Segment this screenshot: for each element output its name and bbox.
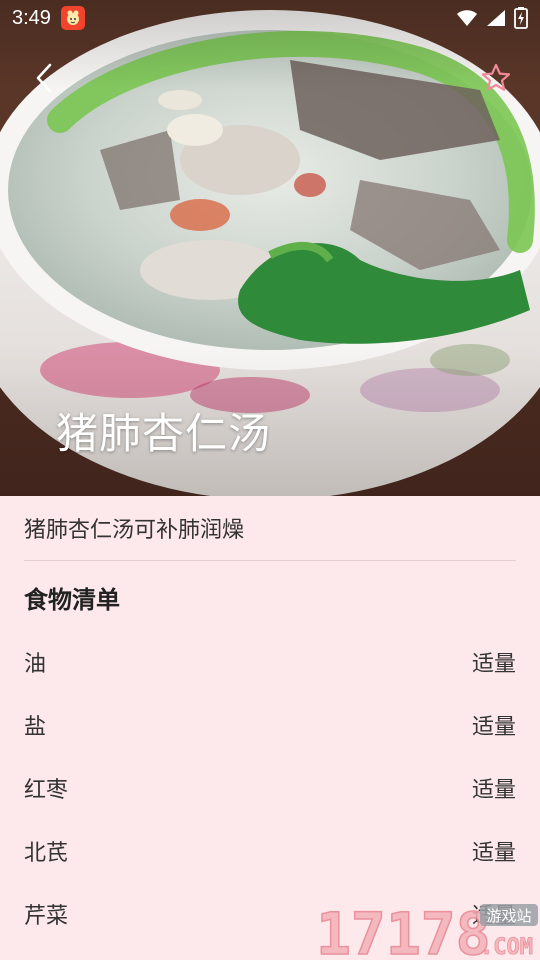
ingredient-name: 红枣 <box>24 777 69 803</box>
dish-title: 猪肺杏仁汤 <box>56 409 272 458</box>
star-outline-icon <box>481 63 511 91</box>
watermark-site: 游戏站 <box>486 907 531 925</box>
cartoon-app-icon <box>60 6 85 30</box>
ingredient-name: 北芪 <box>24 840 69 866</box>
status-time: 3:49 <box>12 6 51 29</box>
ingredient-name: 油 <box>24 651 47 677</box>
ingredient-row: 盐 适量 <box>0 693 540 756</box>
signal-icon <box>487 10 505 26</box>
ingredient-name: 芹菜 <box>24 903 69 929</box>
site-watermark: 17178 游戏站 .COM <box>315 899 538 960</box>
recipe-details: 猪肺杏仁汤可补肺润燥 食物清单 油 适量 盐 适量 红枣 适量 北芪 适量 芹菜… <box>0 496 540 960</box>
ingredient-amount: 适量 <box>471 840 516 866</box>
ingredients-heading: 食物清单 <box>24 586 120 614</box>
ingredient-row: 油 适量 <box>0 630 540 693</box>
ingredient-row: 红枣 适量 <box>0 756 540 819</box>
ingredient-amount: 适量 <box>471 714 516 740</box>
battery-icon <box>514 7 528 29</box>
status-bar: 3:49 <box>0 0 540 36</box>
watermark-domain: .COM <box>480 935 533 960</box>
ingredient-amount: 适量 <box>471 651 516 677</box>
status-icons <box>456 7 528 29</box>
wifi-icon <box>457 10 477 26</box>
divider <box>24 560 516 561</box>
ingredient-name: 盐 <box>24 714 47 740</box>
watermark-number: 17178 <box>316 900 491 960</box>
back-button[interactable] <box>26 58 62 98</box>
ingredient-row: 北芪 适量 <box>0 819 540 882</box>
recipe-description: 猪肺杏仁汤可补肺润燥 <box>24 518 245 543</box>
chevron-left-icon <box>36 63 52 93</box>
recipe-photo: 猪肺杏仁汤 <box>0 0 540 496</box>
favorite-button[interactable] <box>476 58 516 98</box>
ingredient-amount: 适量 <box>471 777 516 803</box>
